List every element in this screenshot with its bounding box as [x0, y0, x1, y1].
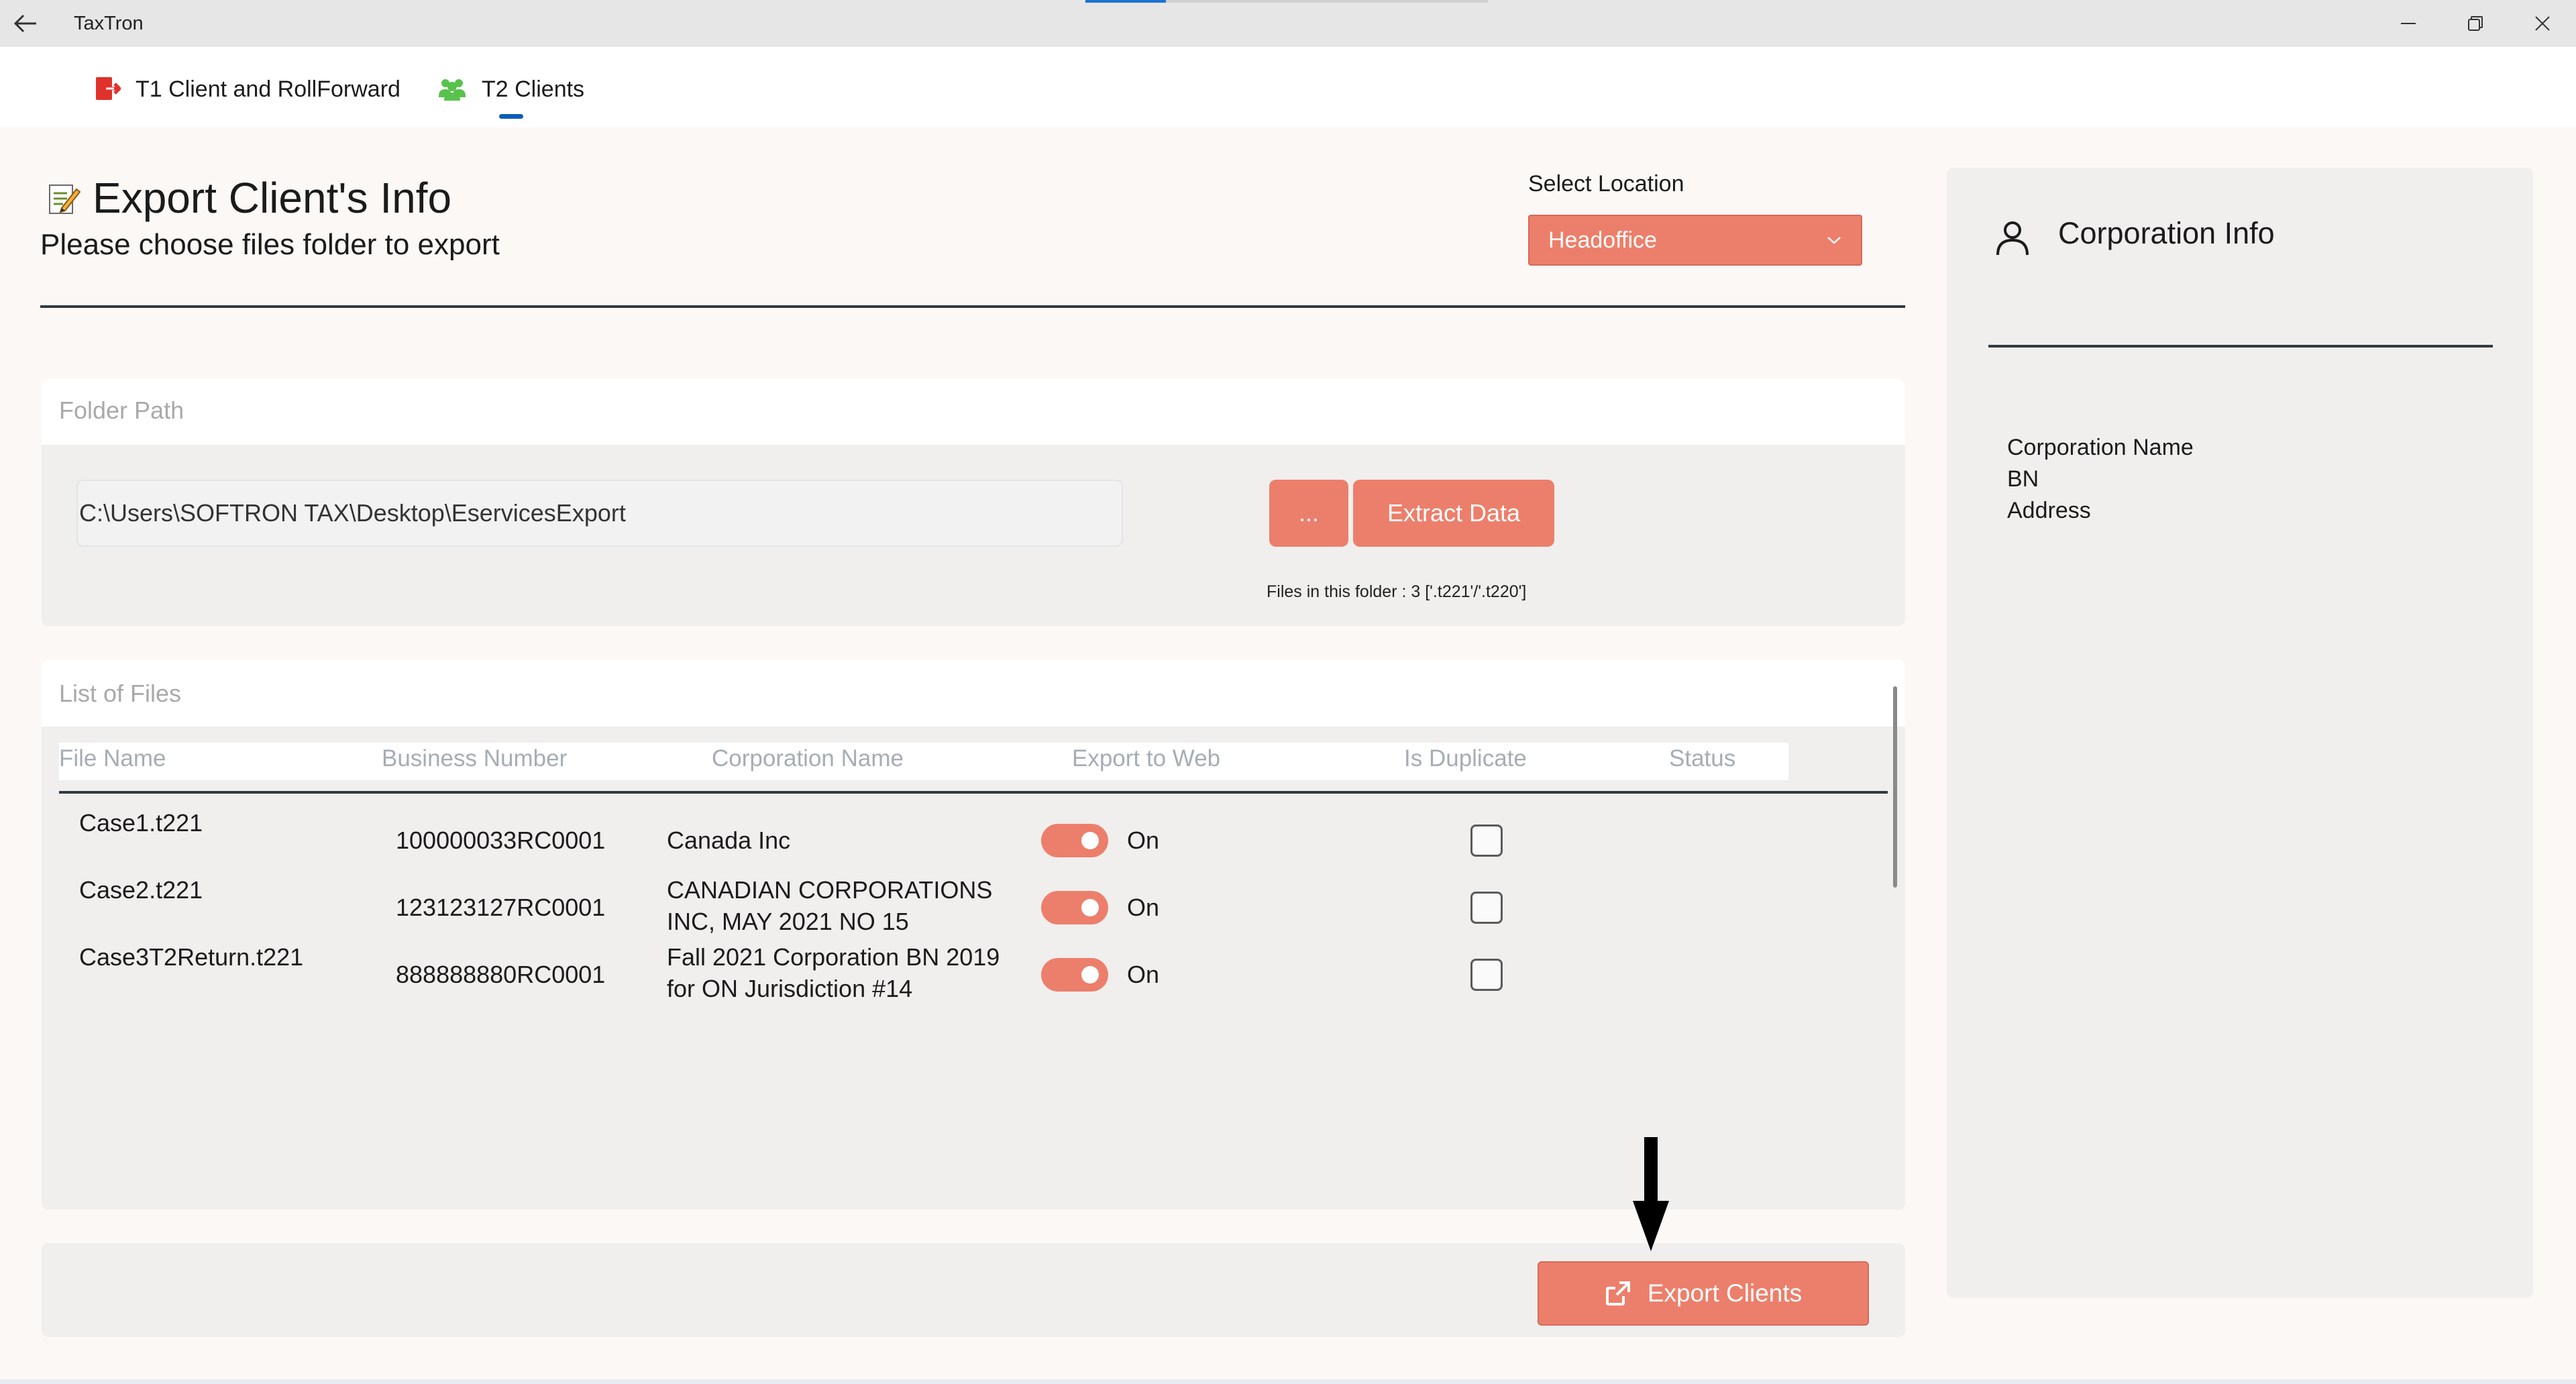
tab-t1-client-rollforward[interactable]: T1 Client and RollForward: [94, 67, 400, 111]
minimize-icon: [2401, 23, 2416, 24]
export-toggle-state: On: [1127, 827, 1160, 854]
chevron-down-icon: [1827, 237, 1841, 244]
table-row[interactable]: Case2.t221 123123127RC0001 CANADIAN CORP…: [56, 874, 1885, 941]
file-name-cell: Case3T2Return.t221: [79, 943, 304, 971]
business-number-cell: 123123127RC0001: [396, 894, 606, 921]
title-bar-accent: [1085, 0, 1166, 3]
corporation-name-cell: Fall 2021 Corporation BN 2019 for ON Jur…: [667, 943, 1000, 1002]
export-to-web-toggle[interactable]: [1041, 891, 1108, 924]
is-duplicate-checkbox[interactable]: [1470, 824, 1503, 857]
export-to-web-toggle[interactable]: [1041, 958, 1108, 992]
arrow-down-icon: [1633, 1137, 1669, 1251]
header-divider: [40, 305, 1905, 308]
export-clients-label: Export Clients: [1647, 1279, 1803, 1307]
tab-t2-clients[interactable]: T2 Clients: [437, 67, 584, 111]
corporation-info-divider: [1988, 345, 2493, 348]
page-title: Export Client's Info: [93, 174, 452, 222]
toggle-knob: [1081, 832, 1099, 849]
file-list-card: List of Files File Name Business Number …: [42, 659, 1905, 1210]
file-name-cell: Case1.t221: [79, 809, 203, 837]
app-title: TaxTron: [74, 13, 144, 34]
extract-data-button[interactable]: Extract Data: [1353, 480, 1554, 547]
column-header-divider: [59, 791, 1888, 794]
column-header-corporation-name[interactable]: Corporation Name: [712, 745, 904, 772]
tab-selected-indicator: [499, 114, 523, 119]
corporation-info-title: Corporation Info: [2058, 216, 2275, 250]
folder-path-input[interactable]: [76, 480, 1123, 547]
minimize-button[interactable]: [2375, 0, 2442, 47]
title-bar-accent-track: [1166, 0, 1488, 3]
restore-button[interactable]: [2442, 0, 2509, 47]
files-in-folder-info: Files in this folder : 3 ['.t221'/'.t220…: [1267, 582, 1527, 601]
corporation-info-panel: [1947, 168, 2533, 1298]
corporation-name-cell: Canada Inc: [667, 827, 791, 854]
title-bar: [0, 0, 2576, 47]
external-link-icon: [1605, 1281, 1630, 1306]
t1-exit-icon: [96, 77, 121, 100]
column-header-is-duplicate[interactable]: Is Duplicate: [1404, 745, 1527, 772]
file-list-title: List of Files: [59, 680, 182, 707]
file-list-card-header: [42, 659, 1905, 727]
is-duplicate-checkbox[interactable]: [1470, 959, 1503, 991]
column-header-file-name[interactable]: File Name: [59, 745, 166, 772]
close-button[interactable]: [2509, 0, 2576, 47]
is-duplicate-checkbox[interactable]: [1470, 892, 1503, 924]
list-scrollbar[interactable]: [1893, 686, 1897, 888]
table-row[interactable]: Case3T2Return.t221 888888880RC0001 Fall …: [56, 941, 1885, 1008]
business-number-cell: 100000033RC0001: [396, 827, 606, 854]
location-select[interactable]: Headoffice: [1528, 215, 1862, 266]
folder-path-card: Folder Path ... Extract Data Files in th…: [42, 379, 1905, 626]
users-icon: [439, 79, 466, 101]
arrow-left-icon: [13, 14, 36, 33]
corporation-name-cell: CANADIAN CORPORATIONS INC, MAY 2021 NO 1…: [667, 876, 993, 935]
export-toggle-state: On: [1127, 961, 1160, 988]
column-header-export-to-web[interactable]: Export to Web: [1072, 745, 1220, 772]
export-clients-button[interactable]: Export Clients: [1538, 1261, 1869, 1326]
close-icon: [2535, 16, 2550, 31]
export-toggle-state: On: [1127, 894, 1160, 921]
tab-label: T2 Clients: [482, 76, 585, 102]
column-header-status[interactable]: Status: [1669, 745, 1735, 772]
toggle-knob: [1081, 966, 1099, 983]
column-header-business-number[interactable]: Business Number: [382, 745, 567, 772]
page-subtitle: Please choose files folder to export: [40, 228, 500, 261]
browse-folder-button[interactable]: ...: [1269, 480, 1348, 547]
business-number-cell: 888888880RC0001: [396, 961, 606, 988]
folder-path-card-header: [42, 379, 1905, 445]
corporation-name-label: Corporation Name: [2007, 435, 2194, 460]
table-row[interactable]: Case1.t221 100000033RC0001 Canada Inc On: [56, 807, 1885, 874]
back-button[interactable]: [0, 0, 51, 47]
edit-document-icon: [49, 184, 81, 214]
tab-label: T1 Client and RollForward: [136, 76, 400, 102]
bn-label: BN: [2007, 466, 2039, 492]
address-label: Address: [2007, 498, 2091, 523]
column-header-row: [59, 743, 1788, 780]
export-to-web-toggle[interactable]: [1041, 824, 1108, 857]
location-select-value: Headoffice: [1548, 227, 1657, 253]
person-icon: [1996, 221, 2029, 256]
location-label: Select Location: [1528, 171, 1684, 197]
folder-path-title: Folder Path: [59, 396, 184, 424]
bottom-edge: [0, 1379, 2576, 1384]
restore-icon: [2468, 16, 2483, 31]
file-name-cell: Case2.t221: [79, 876, 203, 904]
toggle-knob: [1081, 899, 1099, 916]
